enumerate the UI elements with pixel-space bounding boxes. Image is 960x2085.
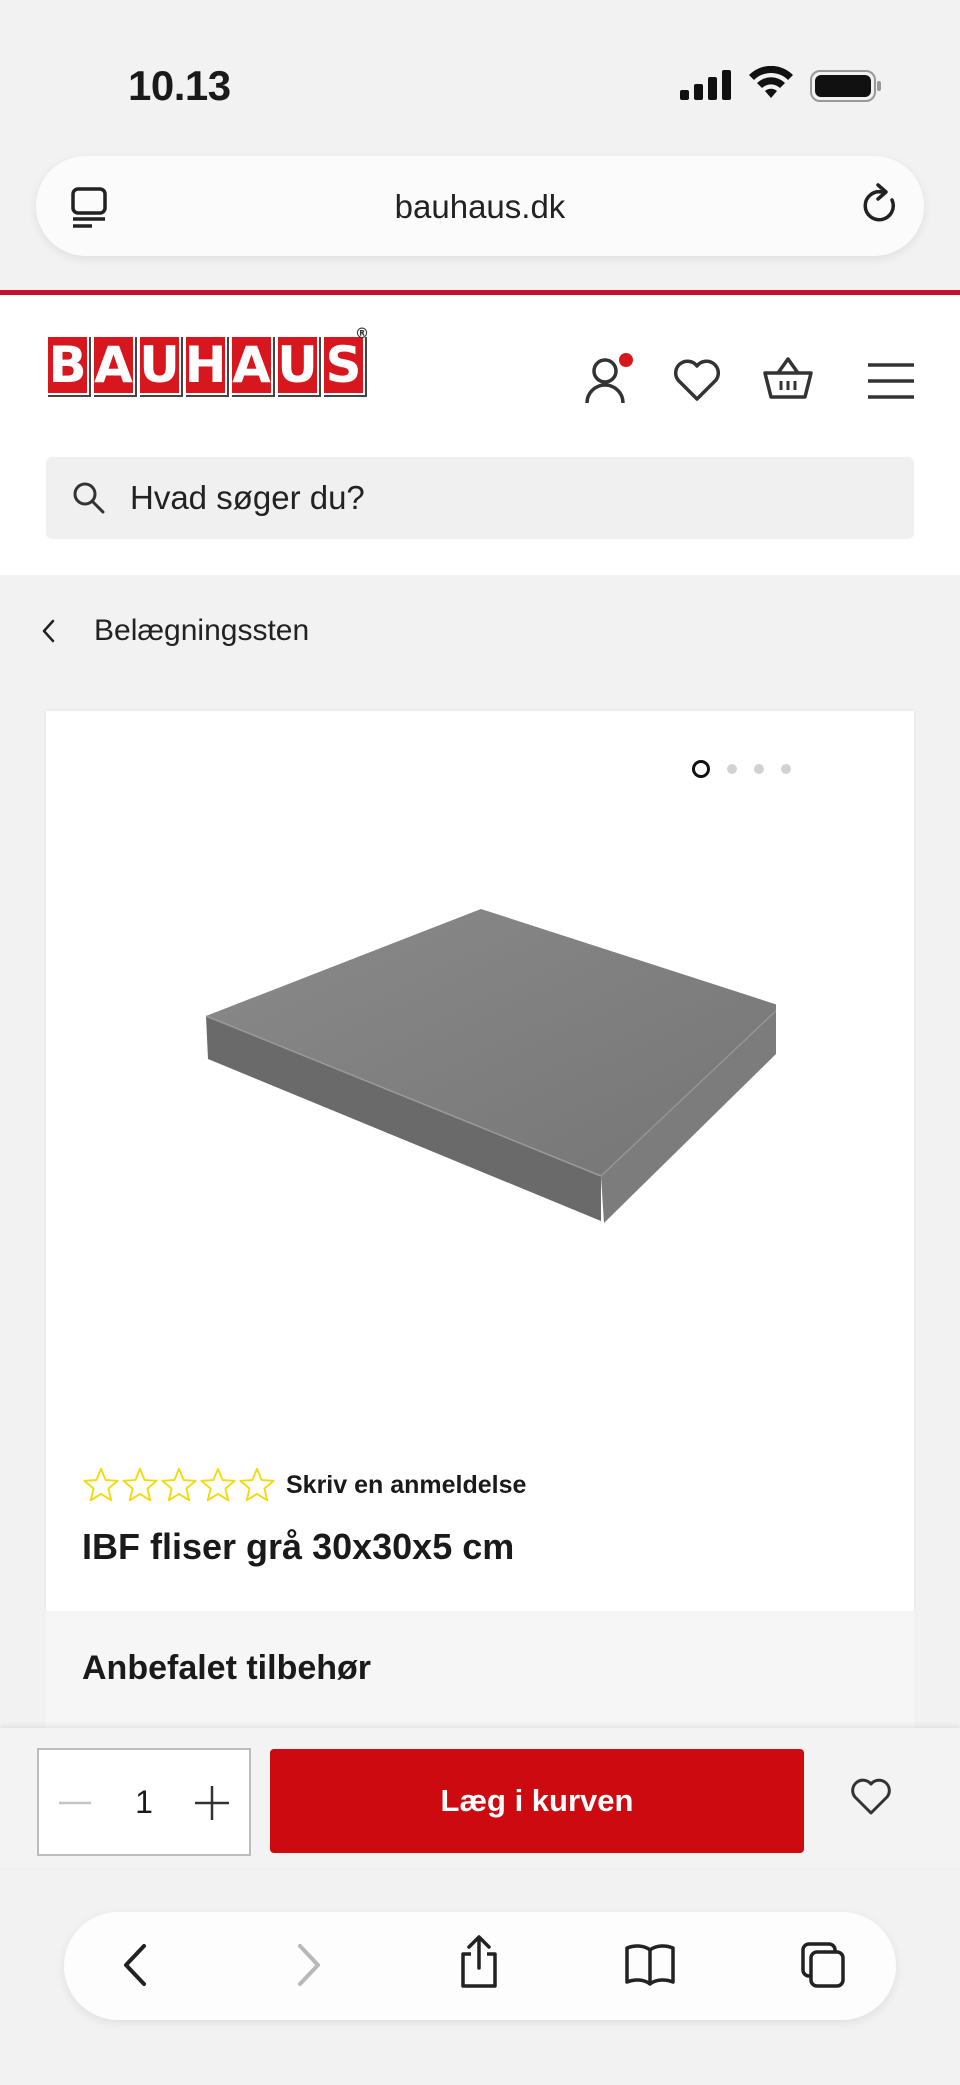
carousel-dot[interactable]: [692, 760, 710, 778]
menu-icon[interactable]: [866, 361, 916, 401]
address-bar[interactable]: bauhaus.dk: [36, 156, 924, 256]
breadcrumb-label[interactable]: Belægningssten: [94, 614, 309, 648]
cellular-signal-icon: [680, 70, 731, 100]
status-bar: 10.13: [0, 0, 960, 150]
logo-letter: A: [230, 335, 273, 395]
browser-toolbar: [64, 1912, 896, 2020]
logo-letter: U: [276, 335, 319, 395]
notification-dot: [619, 353, 633, 367]
write-review-link[interactable]: Skriv en anmeldelse: [286, 1471, 526, 1500]
star-icon[interactable]: [238, 1466, 276, 1504]
image-carousel-dots[interactable]: [692, 760, 791, 778]
tabs-overview-icon[interactable]: [799, 1940, 847, 1990]
bauhaus-logo[interactable]: BAUHAUS: [46, 327, 369, 395]
accessories-section: Anbefalet tilbehør: [46, 1611, 914, 1731]
url-domain[interactable]: bauhaus.dk: [36, 188, 924, 226]
carousel-dot[interactable]: [781, 764, 791, 774]
reload-icon[interactable]: [858, 182, 902, 228]
rating-stars[interactable]: [82, 1466, 276, 1504]
logo-letter: H: [184, 335, 227, 395]
forward-icon[interactable]: [294, 1942, 324, 1988]
search-placeholder: Hvad søger du?: [130, 479, 365, 516]
star-icon[interactable]: [199, 1466, 237, 1504]
accessories-heading: Anbefalet tilbehør: [82, 1649, 372, 1687]
heart-icon[interactable]: [850, 1778, 892, 1816]
battery-icon: [810, 70, 881, 102]
clock: 10.13: [128, 62, 231, 109]
breadcrumb[interactable]: Belægningssten: [40, 614, 309, 648]
back-icon[interactable]: [120, 1942, 150, 1988]
carousel-dot[interactable]: [727, 764, 737, 774]
search-input[interactable]: Hvad søger du?: [46, 457, 914, 539]
share-icon[interactable]: [457, 1934, 501, 1990]
star-icon[interactable]: [82, 1466, 120, 1504]
star-icon[interactable]: [160, 1466, 198, 1504]
plus-icon[interactable]: [193, 1784, 231, 1822]
bookmarks-icon[interactable]: [624, 1942, 676, 1986]
logo-letter: A: [92, 335, 135, 395]
search-icon: [73, 482, 105, 514]
product-title: IBF fliser grå 30x30x5 cm: [82, 1526, 515, 1567]
star-icon[interactable]: [121, 1466, 159, 1504]
chevron-left-icon[interactable]: [40, 618, 56, 644]
product-image[interactable]: [196, 901, 776, 1241]
heart-icon[interactable]: [672, 359, 722, 403]
quantity-stepper[interactable]: 1: [37, 1748, 251, 1856]
logo-letter: S: [322, 327, 369, 395]
basket-icon[interactable]: [762, 355, 814, 401]
buy-bar: 1 Læg i kurven: [0, 1728, 960, 1868]
carousel-dot[interactable]: [754, 764, 764, 774]
rating-row[interactable]: Skriv en anmeldelse: [82, 1466, 526, 1504]
site-header: BAUHAUS Hvad søger du?: [0, 290, 960, 575]
wifi-icon: [749, 66, 793, 98]
logo-letter: U: [138, 335, 181, 395]
add-to-cart-button[interactable]: Læg i kurven: [270, 1749, 804, 1853]
product-card: Skriv en anmeldelse IBF fliser grå 30x30…: [46, 711, 914, 1611]
logo-letter: B: [46, 335, 89, 395]
